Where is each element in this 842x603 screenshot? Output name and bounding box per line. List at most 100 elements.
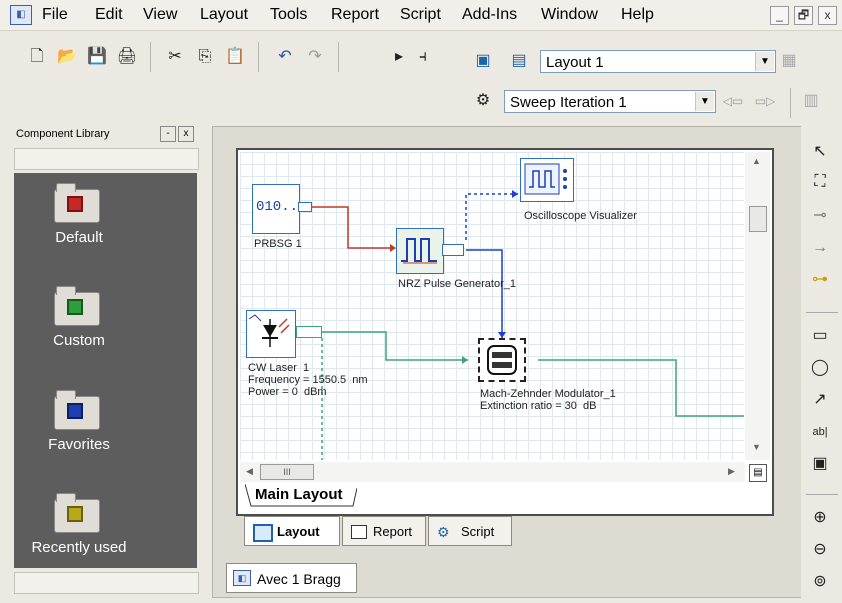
vertical-scrollbar[interactable]: ▲ ▼	[745, 152, 770, 460]
ellipse-icon[interactable]: ◯	[808, 356, 832, 380]
tab-script[interactable]: ⚙ Script	[428, 516, 512, 546]
pulse-icon	[401, 238, 437, 264]
zoom-fit-page-icon[interactable]: ⊚	[808, 570, 832, 594]
sweep-next-icon[interactable]: ▭▷	[754, 90, 776, 112]
chevron-down-icon[interactable]: ▼	[695, 92, 714, 111]
document-icon: ◧	[233, 570, 251, 586]
wire-nrz-scope	[465, 193, 518, 240]
menu-addins[interactable]: Add-Ins	[462, 6, 517, 24]
wire-nrz-mzm	[466, 249, 503, 338]
redo-icon[interactable]: ↷	[304, 46, 326, 68]
close-icon[interactable]: x	[178, 126, 194, 142]
layout-select-value: Layout 1	[546, 54, 604, 71]
nrz-label: NRZ Pulse Generator_1	[398, 278, 516, 290]
modulator-icon	[487, 345, 517, 375]
port-icon	[296, 326, 322, 338]
menu-bar: ◧ File Edit View Layout Tools Report Scr…	[0, 0, 842, 31]
sweep-icon[interactable]: ⚙	[472, 90, 494, 112]
scroll-thumb[interactable]: III	[260, 464, 314, 480]
library-search[interactable]	[14, 148, 199, 170]
pin-icon[interactable]: -	[160, 126, 176, 142]
folder-favorites[interactable]: Favorites	[14, 380, 144, 470]
tab-main-layout-label: Main Layout	[255, 486, 343, 503]
library-footer	[14, 572, 199, 594]
scroll-left-icon[interactable]: ◀	[246, 466, 253, 477]
tab-layout[interactable]: Layout	[244, 516, 340, 546]
menu-layout[interactable]: Layout	[200, 6, 248, 24]
sweep-table-icon[interactable]: ▥	[800, 90, 822, 112]
layout-icon	[253, 524, 273, 542]
menu-help[interactable]: Help	[621, 6, 654, 24]
menu-window[interactable]: Window	[541, 6, 598, 24]
oscilloscope-icon	[524, 163, 567, 195]
undo-icon[interactable]: ↶	[274, 46, 296, 68]
connect-icon[interactable]: ⊸	[808, 204, 832, 228]
menu-file[interactable]: File	[42, 6, 68, 24]
zoom-in-icon[interactable]: ⊕	[808, 506, 832, 530]
laser-diode-icon	[248, 314, 290, 347]
prbsg-component[interactable]: 010..	[252, 184, 300, 234]
open-folder-icon[interactable]: 📂	[56, 46, 78, 68]
new-file-icon[interactable]: 🗋	[26, 46, 48, 68]
paste-icon[interactable]: 📋	[224, 46, 246, 68]
folder-badge	[67, 299, 83, 315]
text-tool-icon[interactable]: ab|	[808, 420, 832, 444]
menu-edit[interactable]: Edit	[95, 6, 123, 24]
sweep-prev-icon[interactable]: ◁▭	[722, 90, 744, 112]
select-region-icon[interactable]: ⛶	[808, 170, 832, 194]
line-arrow-icon[interactable]: ↗	[808, 388, 832, 412]
prbsg-icon-text: 010..	[256, 199, 299, 215]
nrz-component[interactable]	[396, 228, 444, 274]
sweep-select[interactable]: Sweep Iteration 1 ▼	[504, 90, 716, 113]
app-icon: ◧	[10, 5, 32, 25]
run-icon[interactable]: ▸	[388, 46, 410, 68]
zoom-fit-icon[interactable]: ▤	[749, 464, 767, 482]
mzm-component[interactable]	[478, 338, 526, 382]
tab-main-layout[interactable]: Main Layout	[245, 484, 357, 508]
cw-laser-component[interactable]	[246, 310, 296, 358]
library-panel: Default Custom Favorites Recently used	[14, 173, 197, 568]
menu-view[interactable]: View	[143, 6, 177, 24]
folder-custom[interactable]: Custom	[14, 276, 144, 366]
close-button[interactable]: x	[818, 6, 837, 25]
layout-toolbar: ▣ ▤ Layout 1 ▼ ▦ ⚙ Sweep Iteration 1 ▼ ◁…	[462, 36, 840, 122]
restore-button[interactable]: 🗗	[794, 6, 813, 25]
document-tab[interactable]: ◧ Avec 1 Bragg	[226, 563, 357, 593]
chevron-down-icon[interactable]: ▼	[755, 52, 774, 71]
copy-icon[interactable]: ⎘	[194, 46, 216, 68]
tab-report[interactable]: Report	[342, 516, 426, 546]
scroll-right-icon[interactable]: ▶	[728, 466, 735, 477]
save-icon[interactable]: 💾	[86, 46, 108, 68]
connect-arrow-icon[interactable]: →	[808, 236, 832, 260]
menu-report[interactable]: Report	[331, 6, 379, 24]
zoom-out-icon[interactable]: ⊖	[808, 538, 832, 562]
tab-script-label: Script	[461, 524, 495, 539]
layout-add-icon[interactable]: ▣	[472, 50, 494, 72]
rectangle-icon[interactable]: ▭	[808, 324, 832, 348]
layout-canvas[interactable]: 010.. PRBSG 1 NRZ Pulse Generator_1 Osci…	[240, 152, 744, 460]
layout-view-icon[interactable]: ▤	[508, 50, 530, 72]
scroll-thumb[interactable]	[749, 206, 767, 232]
horizontal-scrollbar[interactable]: ◀ III ▶	[240, 462, 745, 482]
folder-recently-used[interactable]: Recently used	[14, 483, 144, 573]
calculate-icon[interactable]: ⫞	[412, 46, 434, 68]
pointer-icon[interactable]: ↖	[808, 140, 832, 164]
scroll-up-icon[interactable]: ▲	[752, 156, 761, 166]
image-tool-icon[interactable]: ▣	[808, 452, 832, 476]
folder-icon	[54, 183, 100, 223]
cut-icon[interactable]: ✂	[164, 46, 186, 68]
layout-select[interactable]: Layout 1 ▼	[540, 50, 776, 73]
library-title: Component Library	[16, 128, 110, 140]
menu-script[interactable]: Script	[400, 6, 441, 24]
layout-options-icon[interactable]: ▦	[778, 50, 800, 72]
scroll-down-icon[interactable]: ▼	[752, 442, 761, 452]
autoconnect-icon[interactable]: ⊶	[808, 268, 832, 292]
minimize-button[interactable]: _	[770, 6, 789, 25]
folder-label: Custom	[53, 332, 105, 349]
print-icon[interactable]: 🖨	[116, 46, 138, 68]
folder-label: Default	[55, 229, 103, 246]
oscilloscope-component[interactable]	[520, 158, 574, 202]
folder-default[interactable]: Default	[14, 173, 144, 263]
laser-label: CW Laser 1	[248, 362, 310, 374]
menu-tools[interactable]: Tools	[270, 6, 307, 24]
